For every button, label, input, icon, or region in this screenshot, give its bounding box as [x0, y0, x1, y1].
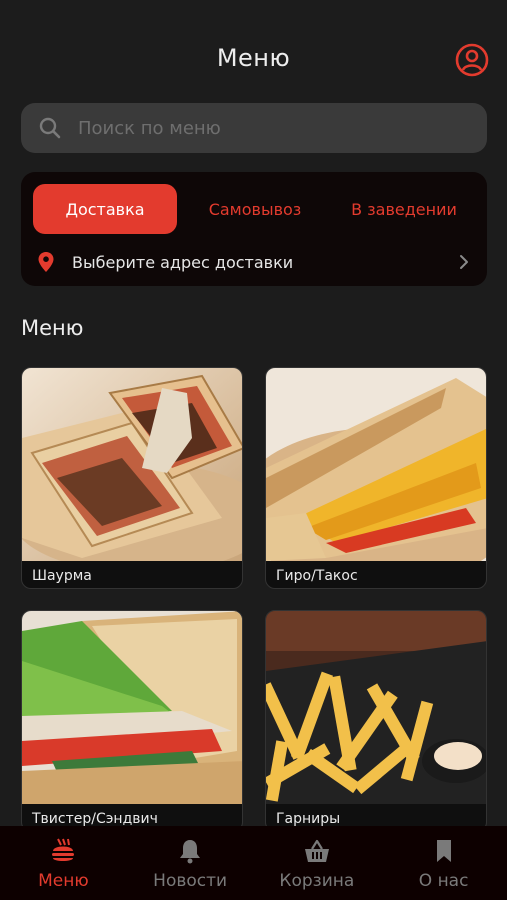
search-bar[interactable] [21, 103, 487, 153]
nav-label: Новости [153, 871, 228, 891]
bottom-navigation: Меню Новости Корзина О нас [0, 826, 507, 900]
search-input[interactable] [78, 117, 458, 139]
nav-item-about[interactable]: О нас [380, 826, 507, 900]
nav-label: Корзина [279, 871, 355, 891]
chevron-right-icon [460, 255, 468, 269]
bookmark-icon [436, 840, 451, 862]
category-label: Гарниры [276, 811, 341, 827]
nav-item-news[interactable]: Новости [127, 826, 254, 900]
location-pin-icon [38, 252, 54, 272]
shawarma-image [22, 368, 242, 561]
category-card-sides[interactable]: Гарниры [265, 610, 487, 832]
category-label: Твистер/Сэндвич [32, 811, 158, 827]
user-circle-icon [455, 43, 489, 77]
page-title: Меню [216, 44, 291, 72]
menu-section-title: Меню [21, 316, 84, 340]
app-header: Меню [0, 0, 507, 100]
nav-item-cart[interactable]: Корзина [254, 826, 381, 900]
sandwich-image [22, 611, 242, 804]
nav-item-menu[interactable]: Меню [0, 826, 127, 900]
category-card-gyro-tacos[interactable]: Гиро/Такос [265, 367, 487, 589]
category-card-shawarma[interactable]: Шаурма [21, 367, 243, 589]
order-mode-card: Доставка Самовывоз В заведении Выберите … [21, 172, 487, 286]
profile-button[interactable] [454, 42, 490, 78]
category-label: Шаурма [32, 568, 92, 584]
tab-pickup[interactable]: Самовывоз [177, 184, 333, 234]
search-icon [39, 117, 61, 139]
delivery-address-selector[interactable]: Выберите адрес доставки [33, 248, 475, 276]
bell-icon [180, 840, 201, 864]
order-mode-tabs: Доставка Самовывоз В заведении [33, 184, 475, 234]
category-label: Гиро/Такос [276, 568, 358, 584]
address-prompt: Выберите адрес доставки [72, 252, 294, 272]
nav-label: О нас [418, 871, 469, 891]
burger-menu-icon [52, 838, 75, 861]
fries-image [266, 611, 486, 804]
nav-label: Меню [38, 871, 89, 891]
category-card-twister-sandwich[interactable]: Твистер/Сэндвич [21, 610, 243, 832]
tab-delivery[interactable]: Доставка [33, 184, 177, 234]
basket-icon [304, 839, 329, 862]
gyro-image [266, 368, 486, 561]
tab-dine-in[interactable]: В заведении [333, 184, 475, 234]
